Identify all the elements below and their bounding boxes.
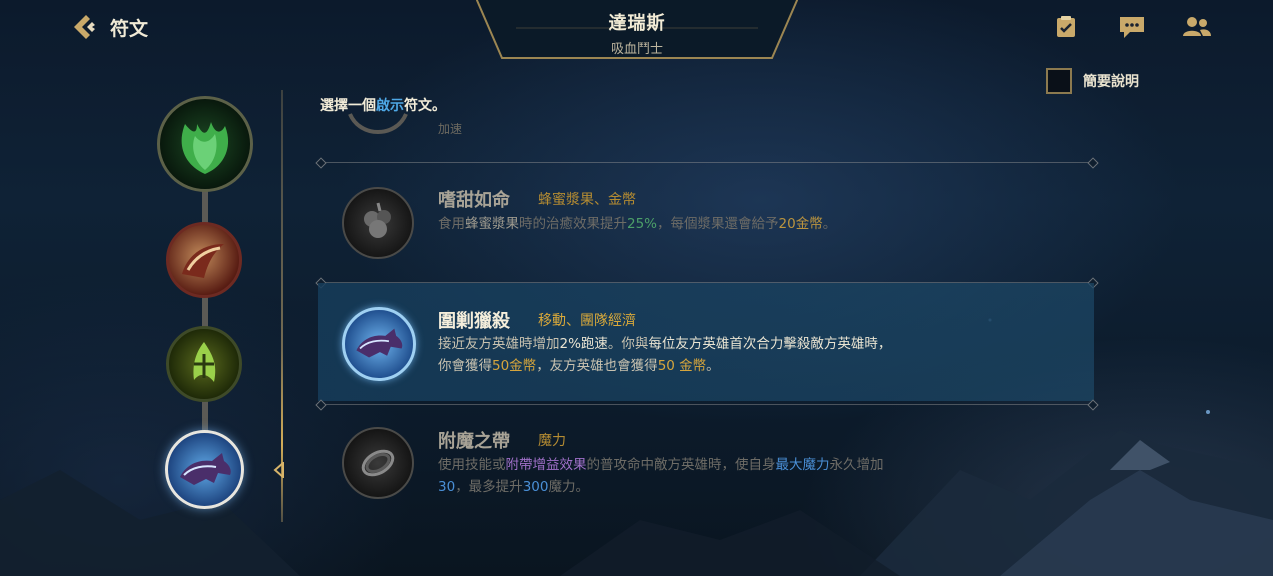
demolish-icon (182, 244, 224, 278)
grasp-leaf-icon (181, 122, 229, 174)
rune-tags: 魔力 (538, 433, 566, 449)
row-divider (320, 162, 1094, 163)
rune-description: 使用技能或附帶增益效果的普攻命中敵方英雄時，使自身最大魔力永久增加 30，最多提… (438, 457, 884, 495)
checklist-button[interactable] (1051, 12, 1081, 42)
back-arrow-icon (74, 15, 95, 39)
rune-name: 嗜甜如命 (438, 190, 510, 211)
row-divider (320, 404, 1094, 405)
rune-slot-3[interactable] (166, 326, 242, 402)
champion-name: 達瑞斯 (608, 13, 666, 34)
wolf-icon (179, 452, 231, 485)
friends-button[interactable] (1182, 12, 1212, 42)
summary-label: 簡要說明 (1083, 74, 1139, 90)
chat-button[interactable] (1117, 12, 1147, 42)
keystone-rune-slot[interactable] (157, 96, 253, 192)
checklist-icon (1057, 16, 1075, 37)
champion-role: 吸血鬥士 (610, 42, 663, 57)
rune-tags: 移動、團隊經濟 (538, 313, 636, 329)
manaflow-band-icon (342, 427, 414, 499)
rune-slot-2[interactable] (166, 222, 242, 298)
selection-marker-icon (273, 462, 284, 478)
rune-name: 附魔之帶 (438, 431, 510, 452)
panel-divider-line (281, 90, 283, 522)
taste-of-sweetness-icon (342, 187, 414, 259)
back-button[interactable] (68, 10, 102, 44)
rune-description: 接近友方英雄時增加2%跑速。你與每位友方英雄首次合力擊殺敵方英雄時， 你會獲得5… (438, 336, 892, 374)
wolf-hunt-icon (342, 307, 416, 381)
previous-rune-text-partial: 加速 (438, 122, 463, 134)
previous-rune-icon-partial (348, 113, 408, 134)
chat-icon (1120, 17, 1144, 38)
rune-slot-4-selected[interactable] (165, 430, 244, 509)
rune-description: 食用蜂蜜漿果時的治癒效果提升25%，每個漿果還會給予20金幣。 (438, 216, 837, 232)
rune-name: 圍剿獵殺 (438, 311, 510, 332)
overgrowth-icon (193, 342, 216, 382)
rune-tags: 蜂蜜漿果、金幣 (538, 192, 636, 208)
summary-checkbox[interactable] (1046, 68, 1072, 94)
friends-icon (1183, 17, 1211, 36)
page-title: 符文 (110, 18, 149, 40)
